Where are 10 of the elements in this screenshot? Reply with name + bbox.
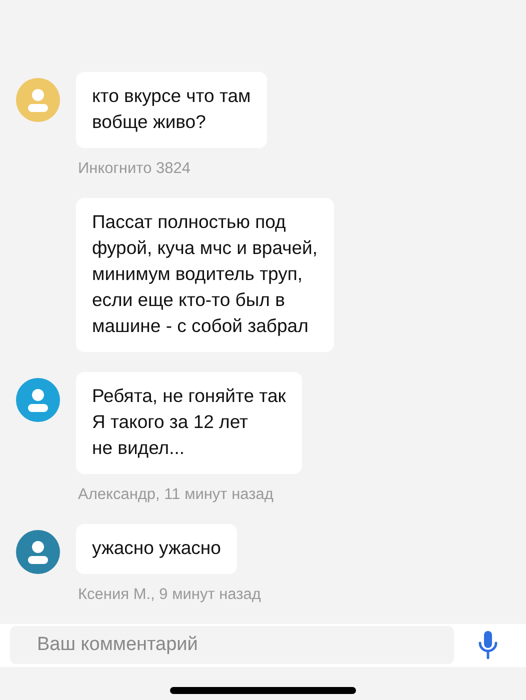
message-author: Инкогнито 3824 xyxy=(78,160,192,178)
message-author: Александр, 11 минут назад xyxy=(78,486,274,504)
message-bubble: кто вкурсе что там вобще живо? xyxy=(76,72,267,148)
microphone-icon[interactable] xyxy=(478,631,498,660)
comment-input[interactable]: Ваш комментарий xyxy=(10,626,454,664)
message-author: Ксения М., 9 минут назад xyxy=(78,586,262,604)
message-bubble: ужасно ужасно xyxy=(76,524,237,574)
home-indicator[interactable] xyxy=(170,686,356,694)
message-bubble: Ребята, не гоняйте так Я такого за 12 лет не видел... xyxy=(76,372,302,474)
message-bubble: Пассат полностью под фурой, куча мчс и врачей, минимум водитель труп, если еще кто-то был в машине - с собой забрал xyxy=(76,198,334,352)
